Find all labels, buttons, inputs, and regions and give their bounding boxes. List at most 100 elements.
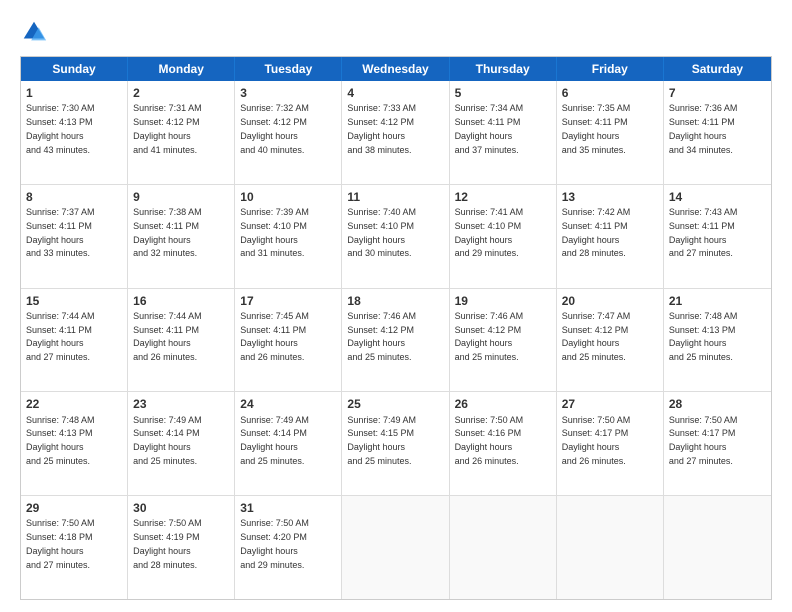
header-day: Tuesday (235, 57, 342, 81)
cell-info: Sunrise: 7:46 AMSunset: 4:12 PMDaylight … (455, 311, 524, 362)
day-number: 5 (455, 85, 551, 101)
cell-info: Sunrise: 7:35 AMSunset: 4:11 PMDaylight … (562, 103, 631, 154)
day-number: 13 (562, 189, 658, 205)
cell-info: Sunrise: 7:43 AMSunset: 4:11 PMDaylight … (669, 207, 738, 258)
cell-info: Sunrise: 7:41 AMSunset: 4:10 PMDaylight … (455, 207, 524, 258)
day-number: 31 (240, 500, 336, 516)
day-cell: 7 Sunrise: 7:36 AMSunset: 4:11 PMDayligh… (664, 81, 771, 184)
day-number: 2 (133, 85, 229, 101)
calendar-row: 8 Sunrise: 7:37 AMSunset: 4:11 PMDayligh… (21, 185, 771, 289)
header-day: Wednesday (342, 57, 449, 81)
cell-info: Sunrise: 7:48 AMSunset: 4:13 PMDaylight … (669, 311, 738, 362)
day-number: 23 (133, 396, 229, 412)
day-number: 10 (240, 189, 336, 205)
day-cell: 19 Sunrise: 7:46 AMSunset: 4:12 PMDaylig… (450, 289, 557, 392)
cell-info: Sunrise: 7:44 AMSunset: 4:11 PMDaylight … (133, 311, 202, 362)
header-day: Thursday (450, 57, 557, 81)
day-number: 30 (133, 500, 229, 516)
day-cell: 21 Sunrise: 7:48 AMSunset: 4:13 PMDaylig… (664, 289, 771, 392)
day-cell: 28 Sunrise: 7:50 AMSunset: 4:17 PMDaylig… (664, 392, 771, 495)
day-number: 16 (133, 293, 229, 309)
cell-info: Sunrise: 7:45 AMSunset: 4:11 PMDaylight … (240, 311, 309, 362)
cell-info: Sunrise: 7:48 AMSunset: 4:13 PMDaylight … (26, 415, 95, 466)
day-number: 1 (26, 85, 122, 101)
header-day: Saturday (664, 57, 771, 81)
cell-info: Sunrise: 7:30 AMSunset: 4:13 PMDaylight … (26, 103, 95, 154)
calendar-body: 1 Sunrise: 7:30 AMSunset: 4:13 PMDayligh… (21, 81, 771, 599)
day-cell: 24 Sunrise: 7:49 AMSunset: 4:14 PMDaylig… (235, 392, 342, 495)
day-cell: 12 Sunrise: 7:41 AMSunset: 4:10 PMDaylig… (450, 185, 557, 288)
day-cell: 29 Sunrise: 7:50 AMSunset: 4:18 PMDaylig… (21, 496, 128, 599)
cell-info: Sunrise: 7:42 AMSunset: 4:11 PMDaylight … (562, 207, 631, 258)
cell-info: Sunrise: 7:38 AMSunset: 4:11 PMDaylight … (133, 207, 202, 258)
cell-info: Sunrise: 7:34 AMSunset: 4:11 PMDaylight … (455, 103, 524, 154)
day-cell: 11 Sunrise: 7:40 AMSunset: 4:10 PMDaylig… (342, 185, 449, 288)
day-cell: 31 Sunrise: 7:50 AMSunset: 4:20 PMDaylig… (235, 496, 342, 599)
cell-info: Sunrise: 7:46 AMSunset: 4:12 PMDaylight … (347, 311, 416, 362)
cell-info: Sunrise: 7:50 AMSunset: 4:19 PMDaylight … (133, 518, 202, 569)
day-number: 18 (347, 293, 443, 309)
cell-info: Sunrise: 7:49 AMSunset: 4:14 PMDaylight … (240, 415, 309, 466)
day-cell: 2 Sunrise: 7:31 AMSunset: 4:12 PMDayligh… (128, 81, 235, 184)
day-number: 15 (26, 293, 122, 309)
cell-info: Sunrise: 7:31 AMSunset: 4:12 PMDaylight … (133, 103, 202, 154)
day-cell: 17 Sunrise: 7:45 AMSunset: 4:11 PMDaylig… (235, 289, 342, 392)
cell-info: Sunrise: 7:37 AMSunset: 4:11 PMDaylight … (26, 207, 95, 258)
empty-cell (450, 496, 557, 599)
cell-info: Sunrise: 7:50 AMSunset: 4:17 PMDaylight … (562, 415, 631, 466)
header (20, 18, 772, 46)
header-day: Sunday (21, 57, 128, 81)
logo (20, 18, 52, 46)
day-cell: 3 Sunrise: 7:32 AMSunset: 4:12 PMDayligh… (235, 81, 342, 184)
calendar-row: 29 Sunrise: 7:50 AMSunset: 4:18 PMDaylig… (21, 496, 771, 599)
calendar-row: 1 Sunrise: 7:30 AMSunset: 4:13 PMDayligh… (21, 81, 771, 185)
day-number: 6 (562, 85, 658, 101)
empty-cell (557, 496, 664, 599)
day-number: 9 (133, 189, 229, 205)
day-number: 4 (347, 85, 443, 101)
day-number: 14 (669, 189, 766, 205)
day-cell: 1 Sunrise: 7:30 AMSunset: 4:13 PMDayligh… (21, 81, 128, 184)
logo-icon (20, 18, 48, 46)
day-cell: 20 Sunrise: 7:47 AMSunset: 4:12 PMDaylig… (557, 289, 664, 392)
day-cell: 15 Sunrise: 7:44 AMSunset: 4:11 PMDaylig… (21, 289, 128, 392)
day-number: 26 (455, 396, 551, 412)
day-cell: 6 Sunrise: 7:35 AMSunset: 4:11 PMDayligh… (557, 81, 664, 184)
day-cell: 26 Sunrise: 7:50 AMSunset: 4:16 PMDaylig… (450, 392, 557, 495)
day-cell: 13 Sunrise: 7:42 AMSunset: 4:11 PMDaylig… (557, 185, 664, 288)
day-cell: 14 Sunrise: 7:43 AMSunset: 4:11 PMDaylig… (664, 185, 771, 288)
day-number: 28 (669, 396, 766, 412)
cell-info: Sunrise: 7:49 AMSunset: 4:14 PMDaylight … (133, 415, 202, 466)
cell-info: Sunrise: 7:47 AMSunset: 4:12 PMDaylight … (562, 311, 631, 362)
calendar: SundayMondayTuesdayWednesdayThursdayFrid… (20, 56, 772, 600)
day-number: 8 (26, 189, 122, 205)
day-number: 24 (240, 396, 336, 412)
day-number: 20 (562, 293, 658, 309)
empty-cell (342, 496, 449, 599)
empty-cell (664, 496, 771, 599)
cell-info: Sunrise: 7:36 AMSunset: 4:11 PMDaylight … (669, 103, 738, 154)
cell-info: Sunrise: 7:50 AMSunset: 4:17 PMDaylight … (669, 415, 738, 466)
cell-info: Sunrise: 7:50 AMSunset: 4:20 PMDaylight … (240, 518, 309, 569)
calendar-header: SundayMondayTuesdayWednesdayThursdayFrid… (21, 57, 771, 81)
day-number: 27 (562, 396, 658, 412)
day-cell: 27 Sunrise: 7:50 AMSunset: 4:17 PMDaylig… (557, 392, 664, 495)
day-cell: 22 Sunrise: 7:48 AMSunset: 4:13 PMDaylig… (21, 392, 128, 495)
day-cell: 9 Sunrise: 7:38 AMSunset: 4:11 PMDayligh… (128, 185, 235, 288)
header-day: Friday (557, 57, 664, 81)
cell-info: Sunrise: 7:49 AMSunset: 4:15 PMDaylight … (347, 415, 416, 466)
header-day: Monday (128, 57, 235, 81)
cell-info: Sunrise: 7:32 AMSunset: 4:12 PMDaylight … (240, 103, 309, 154)
day-cell: 30 Sunrise: 7:50 AMSunset: 4:19 PMDaylig… (128, 496, 235, 599)
cell-info: Sunrise: 7:40 AMSunset: 4:10 PMDaylight … (347, 207, 416, 258)
day-cell: 8 Sunrise: 7:37 AMSunset: 4:11 PMDayligh… (21, 185, 128, 288)
day-number: 25 (347, 396, 443, 412)
day-cell: 5 Sunrise: 7:34 AMSunset: 4:11 PMDayligh… (450, 81, 557, 184)
day-number: 19 (455, 293, 551, 309)
cell-info: Sunrise: 7:44 AMSunset: 4:11 PMDaylight … (26, 311, 95, 362)
calendar-row: 15 Sunrise: 7:44 AMSunset: 4:11 PMDaylig… (21, 289, 771, 393)
day-cell: 23 Sunrise: 7:49 AMSunset: 4:14 PMDaylig… (128, 392, 235, 495)
day-number: 3 (240, 85, 336, 101)
cell-info: Sunrise: 7:50 AMSunset: 4:18 PMDaylight … (26, 518, 95, 569)
cell-info: Sunrise: 7:39 AMSunset: 4:10 PMDaylight … (240, 207, 309, 258)
